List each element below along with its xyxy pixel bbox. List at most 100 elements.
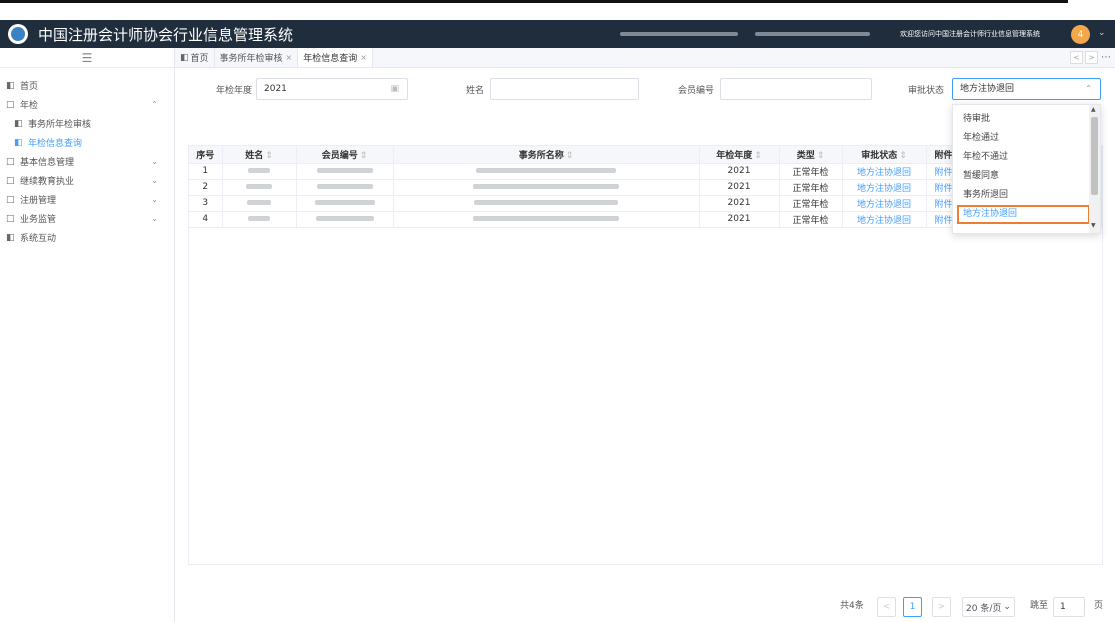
row-status-link[interactable]: 地方注协退回 <box>842 163 927 180</box>
scroll-up-icon[interactable]: ▲ <box>1091 106 1096 113</box>
sidebar-item-registration[interactable]: □ 注册管理 ⌄ <box>0 190 174 209</box>
sidebar: ☰ ◧ 首页 □ 年检 ⌃ ◧ 事务所年检审核 ◧ 年检信息查询 □ 基本信息管理 ⌄ □ 继续… <box>0 48 175 622</box>
cicpa-logo-icon <box>8 24 28 44</box>
folder-icon: □ <box>6 213 15 224</box>
status-option[interactable]: 待审批 <box>953 110 1100 129</box>
sidebar-item-education[interactable]: □ 继续教育执业 ⌄ <box>0 171 174 190</box>
chevron-down-icon: ⌄ <box>151 176 158 185</box>
status-select[interactable]: 地方注协退回 ⌃ <box>952 78 1101 100</box>
column-header[interactable]: 类型 ⇕ <box>779 146 843 164</box>
status-dropdown: 待审批 年检通过 年检不通过 暂缓同意 事务所退回 地方注协退回 ▲ ▼ <box>952 104 1101 234</box>
redacted-firm-name <box>474 200 618 205</box>
tab-home[interactable]: ◧ 首页 <box>175 48 215 67</box>
sidebar-item-basic-info[interactable]: □ 基本信息管理 ⌄ <box>0 152 174 171</box>
sidebar-item-annual-check[interactable]: □ 年检 ⌃ <box>0 95 174 114</box>
redacted-user-text <box>755 32 870 36</box>
user-avatar[interactable]: 4 <box>1071 25 1090 44</box>
row-status-link[interactable]: 地方注协退回 <box>842 211 927 228</box>
current-page[interactable]: 1 <box>903 597 922 617</box>
calendar-icon: ▣ <box>390 84 399 94</box>
status-option-selected[interactable]: 地方注协退回 <box>957 205 1090 224</box>
row-status-link[interactable]: 地方注协退回 <box>842 179 927 196</box>
tab-firm-review[interactable]: 事务所年检审核 × <box>215 48 299 67</box>
dropdown-scrollbar[interactable]: ▲ ▼ <box>1089 105 1100 233</box>
status-option[interactable]: 事务所退回 <box>953 186 1100 205</box>
status-option[interactable]: 年检通过 <box>953 129 1100 148</box>
next-page-icon[interactable]: > <box>932 597 951 617</box>
chevron-up-icon: ⌃ <box>1085 84 1092 93</box>
sidebar-item-label: 注册管理 <box>20 196 57 206</box>
row-year: 2021 <box>699 163 780 180</box>
tab-label: 首页 <box>190 54 209 64</box>
tab-scroll-right-icon[interactable]: > <box>1085 51 1098 64</box>
doc-icon: ◧ <box>14 118 23 129</box>
folder-icon: □ <box>6 175 15 186</box>
sidebar-item-supervision[interactable]: □ 业务监管 ⌄ <box>0 209 174 228</box>
member-number-field[interactable] <box>720 78 872 100</box>
row-year: 2021 <box>699 195 780 212</box>
status-option[interactable]: 暂缓同意 <box>953 167 1100 186</box>
jump-input[interactable]: 1 <box>1053 597 1085 617</box>
status-select-value: 地方注协退回 <box>960 84 1015 94</box>
redacted-member-no <box>316 168 373 173</box>
chevron-down-icon[interactable]: ⌄ <box>1098 28 1106 38</box>
year-label: 年检年度 <box>216 86 253 96</box>
app-header: 中国注册会计师协会行业信息管理系统 欢迎您访问中国注册会计师行业信息管理系统 4… <box>0 20 1115 48</box>
name-label: 姓名 <box>466 86 485 96</box>
row-year: 2021 <box>699 211 780 228</box>
redacted-member-no <box>316 184 373 189</box>
doc-icon: ◧ <box>6 80 15 91</box>
menu-toggle-icon[interactable]: ☰ <box>0 48 174 68</box>
name-field[interactable] <box>490 78 639 100</box>
sidebar-item-label: 基本信息管理 <box>20 158 75 168</box>
sidebar-item-firm-review[interactable]: ◧ 事务所年检审核 <box>0 114 174 133</box>
scroll-thumb[interactable] <box>1091 117 1098 195</box>
chevron-down-icon: ⌄ <box>1003 602 1011 612</box>
row-type: 正常年检 <box>779 195 843 212</box>
year-field[interactable]: 2021 ▣ <box>256 78 408 100</box>
sidebar-item-label: 业务监管 <box>20 215 57 225</box>
more-icon[interactable]: ⋯ <box>1101 52 1111 63</box>
redacted-name <box>248 168 270 173</box>
sidebar-item-label: 事务所年检审核 <box>28 120 92 130</box>
row-status-link[interactable]: 地方注协退回 <box>842 195 927 212</box>
row-index: 4 <box>189 211 223 228</box>
row-index: 3 <box>189 195 223 212</box>
folder-icon: □ <box>6 99 15 110</box>
redacted-name <box>248 216 270 221</box>
redacted-firm-name <box>473 184 619 189</box>
home-icon: ◧ <box>180 52 189 63</box>
sidebar-item-interaction[interactable]: ◧ 系统互动 <box>0 228 174 247</box>
member-label: 会员编号 <box>678 86 715 96</box>
sidebar-item-home[interactable]: ◧ 首页 <box>0 76 174 95</box>
page-size-select[interactable]: 20 条/页 ⌄ <box>962 597 1015 617</box>
chevron-down-icon: ⌄ <box>151 214 158 223</box>
column-header[interactable]: 审批状态 ⇕ <box>842 146 927 164</box>
status-option[interactable]: 年检不通过 <box>953 148 1100 167</box>
scroll-down-icon[interactable]: ▼ <box>1091 222 1096 229</box>
welcome-text: 欢迎您访问中国注册会计师行业信息管理系统 <box>900 30 1040 38</box>
column-header[interactable]: 会员编号 ⇕ <box>296 146 394 164</box>
redacted-firm-name <box>473 216 619 221</box>
redacted-member-no <box>315 216 374 221</box>
chevron-down-icon: ⌄ <box>151 195 158 204</box>
sidebar-item-label: 年检信息查询 <box>28 139 83 149</box>
redacted-member-no <box>314 200 375 205</box>
top-border <box>0 0 1068 3</box>
year-value: 2021 <box>264 84 287 94</box>
tab-label: 事务所年检审核 <box>219 54 283 64</box>
close-icon[interactable]: × <box>286 53 293 62</box>
column-header[interactable]: 姓名 ⇕ <box>222 146 297 164</box>
doc-icon: ◧ <box>14 137 23 148</box>
tab-scroll-left-icon[interactable]: < <box>1070 51 1083 64</box>
column-header[interactable]: 年检年度 ⇕ <box>699 146 780 164</box>
sidebar-item-check-query[interactable]: ◧ 年检信息查询 <box>0 133 174 152</box>
column-header[interactable]: 事务所名称 ⇕ <box>393 146 700 164</box>
redacted-name <box>246 184 272 189</box>
chevron-up-icon: ⌃ <box>151 100 158 109</box>
row-index: 1 <box>189 163 223 180</box>
prev-page-icon[interactable]: < <box>877 597 896 617</box>
close-icon[interactable]: × <box>360 53 367 62</box>
folder-icon: □ <box>6 194 15 205</box>
tab-check-query[interactable]: 年检信息查询 × <box>298 48 373 67</box>
